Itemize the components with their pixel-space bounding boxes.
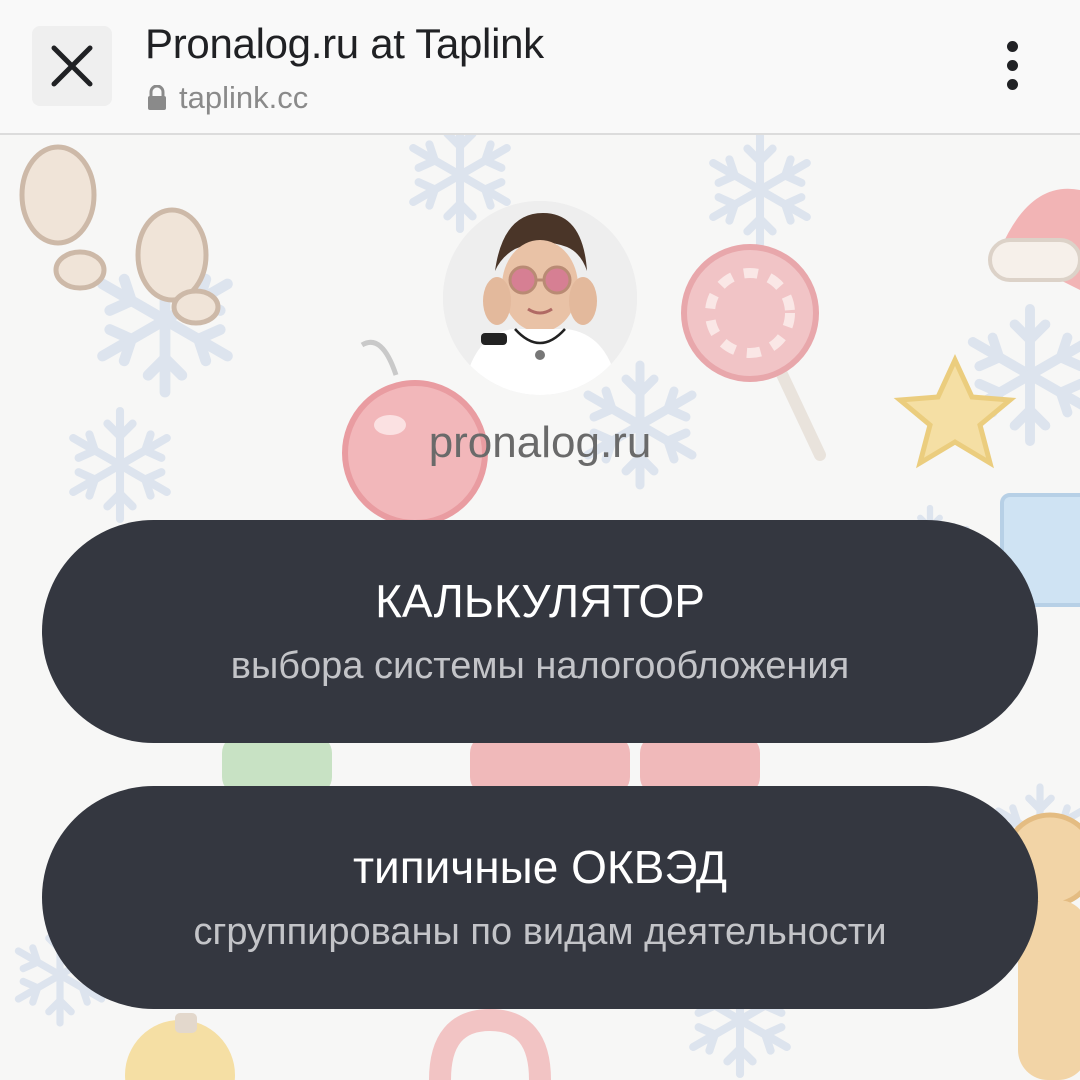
calculator-link-button[interactable]: КАЛЬКУЛЯТОР выбора системы налогообложен… (42, 520, 1038, 743)
button-subtitle: выбора системы налогообложения (230, 644, 850, 687)
avatar (443, 201, 637, 395)
url-text: taplink.cc (179, 80, 309, 115)
more-options-button[interactable] (984, 30, 1040, 100)
bell-decoration (125, 1013, 235, 1080)
okved-link-button[interactable]: типичные ОКВЭД сгруппированы по видам де… (42, 786, 1038, 1009)
taplink-page: pronalog.ru КАЛЬКУЛЯТОР выбора системы н… (0, 135, 1080, 1080)
button-title: КАЛЬКУЛЯТОР (375, 574, 705, 627)
page-title: Pronalog.ru at Taplink (145, 20, 544, 67)
candy-cane-decoration (429, 1008, 551, 1080)
button-title: типичные ОКВЭД (352, 840, 728, 893)
more-vert-icon (1006, 40, 1018, 52)
hat-decoration (988, 188, 1080, 290)
profile-name: pronalog.ru (428, 418, 652, 467)
lock-icon (148, 85, 166, 110)
button-subtitle: сгруппированы по видам деятельности (193, 910, 887, 953)
url-bar[interactable]: taplink.cc (147, 78, 308, 118)
close-button[interactable] (32, 26, 112, 106)
browser-top-bar: Pronalog.ru at Taplink taplink.cc (0, 0, 1080, 135)
avatar-photo (443, 201, 637, 395)
close-icon (51, 45, 93, 87)
